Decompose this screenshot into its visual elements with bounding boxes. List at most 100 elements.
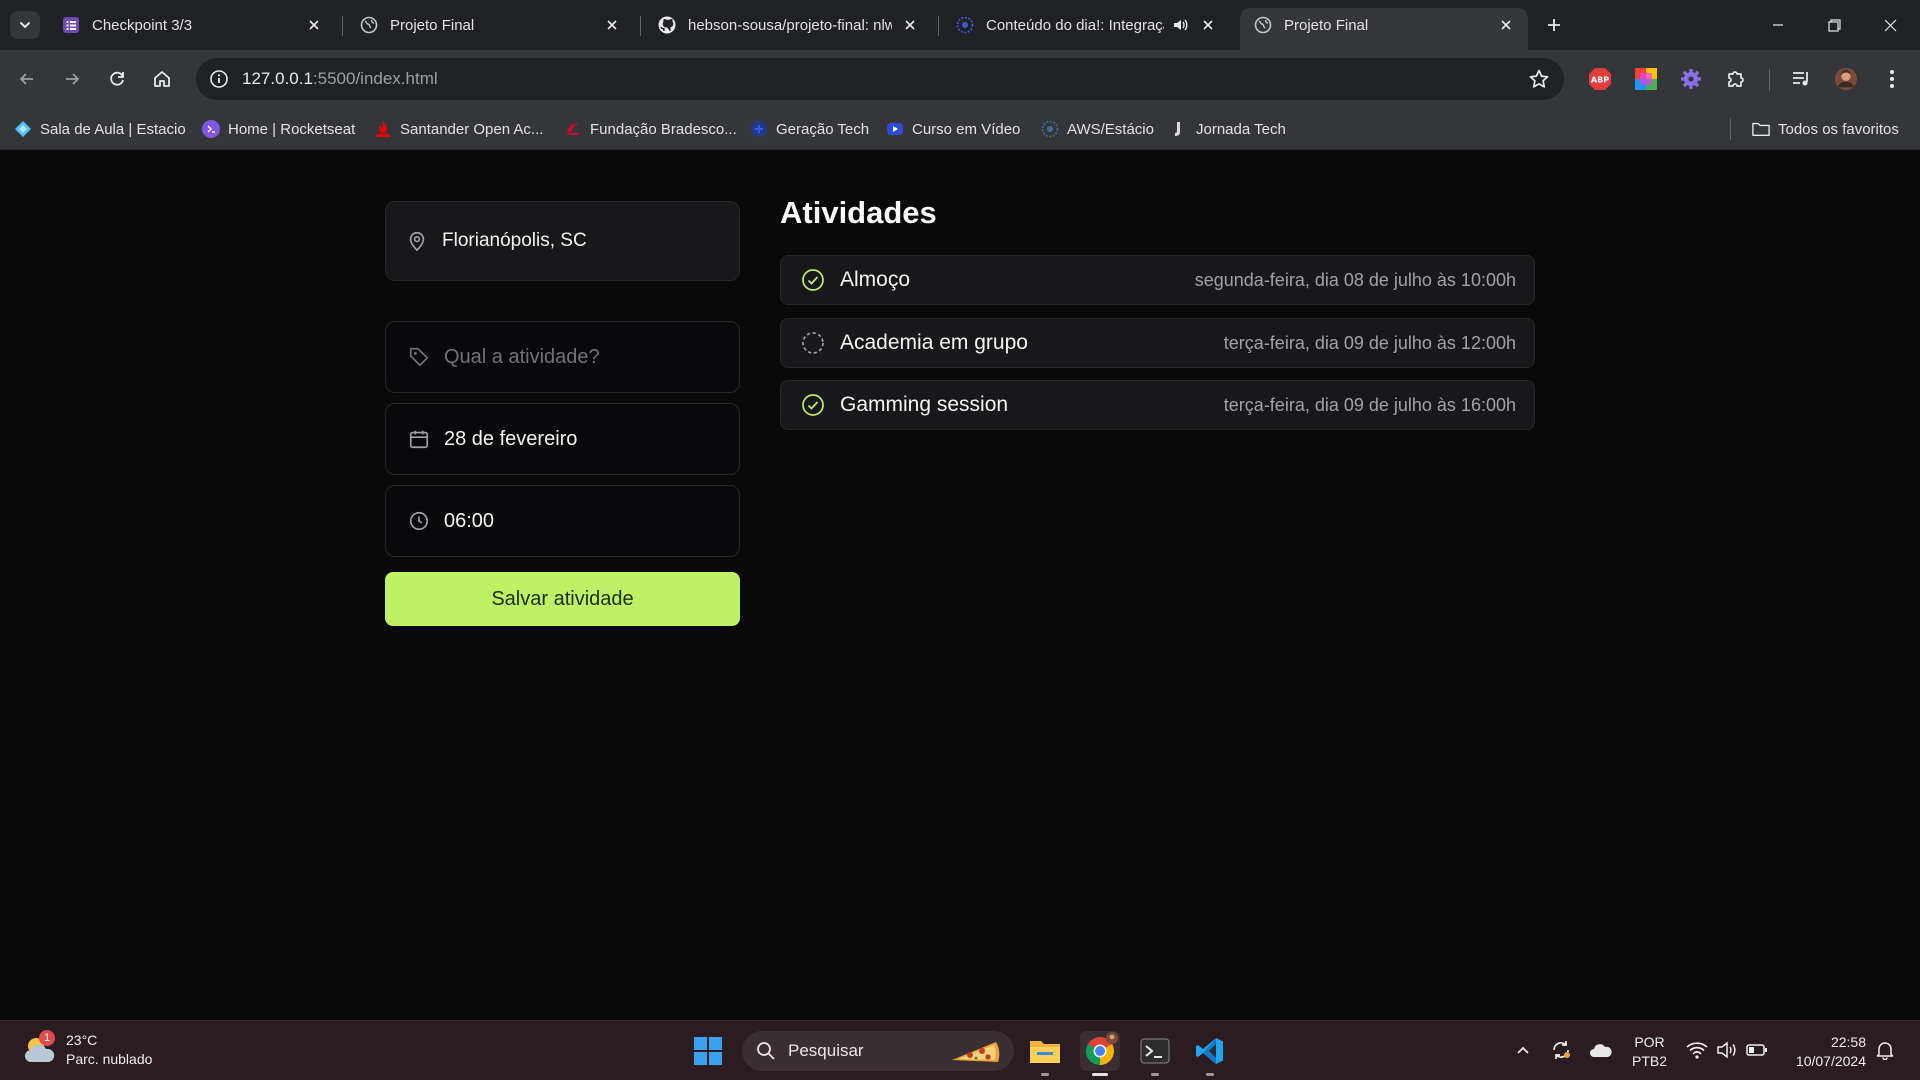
tab-search-button[interactable] bbox=[10, 11, 40, 39]
calendar-icon bbox=[409, 430, 429, 449]
close-icon[interactable] bbox=[1496, 15, 1516, 35]
bookmark-item[interactable]: Geração Tech bbox=[750, 118, 869, 140]
notifications-bell-icon[interactable] bbox=[1872, 1037, 1898, 1063]
battery-icon[interactable] bbox=[1744, 1037, 1770, 1063]
start-button[interactable] bbox=[688, 1031, 728, 1071]
time-input[interactable]: 06:00 bbox=[385, 485, 740, 557]
activity-row[interactable]: Almoço segunda-feira, dia 08 de julho às… bbox=[780, 255, 1535, 305]
forward-button[interactable] bbox=[57, 64, 87, 94]
bookmark-label: Jornada Tech bbox=[1196, 120, 1286, 138]
sync-tray-icon[interactable] bbox=[1548, 1037, 1574, 1063]
clock-date: 10/07/2024 bbox=[1795, 1053, 1866, 1069]
activity-date: segunda-feira, dia 08 de julho às 10:00h bbox=[1194, 269, 1516, 290]
menu-kebab-icon[interactable] bbox=[1880, 67, 1904, 91]
vscode-icon bbox=[1196, 1038, 1223, 1064]
windows-logo-icon bbox=[694, 1037, 722, 1065]
extensions-puzzle-icon[interactable] bbox=[1724, 67, 1748, 91]
tab-conteudo-do-dia[interactable]: Conteúdo do dia!: Integração bbox=[942, 8, 1230, 42]
weather-cloud-icon: 1 bbox=[22, 1030, 58, 1068]
activity-name: Academia em grupo bbox=[840, 331, 1028, 354]
pending-circle-icon[interactable] bbox=[801, 331, 825, 355]
system-clock[interactable]: 22:58 10/07/2024 bbox=[1786, 1033, 1866, 1071]
date-value: 28 de fevereiro bbox=[444, 427, 578, 450]
back-button[interactable] bbox=[12, 64, 42, 94]
clock-icon bbox=[409, 511, 429, 531]
browser-toolbar: 127.0.0.1:5500/index.html ABP bbox=[0, 50, 1920, 108]
date-input[interactable]: 28 de fevereiro bbox=[385, 403, 740, 475]
onedrive-cloud-icon[interactable] bbox=[1588, 1037, 1614, 1063]
bookmark-item[interactable]: Santander Open Ac... bbox=[374, 118, 543, 140]
bookmarks-bar: Sala de Aula | Estacio Home | Rocketseat… bbox=[0, 108, 1920, 150]
check-circle-icon[interactable] bbox=[801, 393, 825, 417]
gear-extension-icon[interactable] bbox=[1679, 67, 1703, 91]
chrome-button[interactable] bbox=[1080, 1031, 1120, 1076]
bookmark-item[interactable]: Fundação Bradesco... bbox=[564, 118, 737, 140]
address-bar[interactable]: 127.0.0.1:5500/index.html bbox=[196, 58, 1564, 100]
activity-placeholder: Qual a atividade? bbox=[444, 345, 600, 368]
github-icon bbox=[658, 16, 676, 34]
close-icon[interactable] bbox=[1198, 15, 1218, 35]
terminal-button[interactable] bbox=[1135, 1031, 1175, 1076]
activities-heading: Atividades bbox=[780, 195, 937, 230]
vscode-button[interactable] bbox=[1190, 1031, 1230, 1076]
svg-text:ABP: ABP bbox=[1591, 76, 1609, 85]
chevron-down-icon bbox=[20, 22, 30, 29]
bookmark-item[interactable]: Home | Rocketseat bbox=[202, 118, 355, 140]
bookmark-item[interactable]: AWS/Estácio bbox=[1041, 118, 1154, 140]
all-favorites-folder[interactable]: Todos os favoritos bbox=[1752, 118, 1899, 140]
weather-temp: 23°C bbox=[66, 1032, 98, 1048]
plus-icon bbox=[1548, 19, 1560, 31]
language-code: POR bbox=[1634, 1034, 1665, 1050]
close-window-button[interactable] bbox=[1862, 0, 1918, 50]
activity-row[interactable]: Gamming session terça-feira, dia 09 de j… bbox=[780, 380, 1535, 430]
activity-date: terça-feira, dia 09 de julho às 12:00h bbox=[1223, 332, 1516, 353]
activity-row[interactable]: Academia em grupo terça-feira, dia 09 de… bbox=[780, 318, 1535, 368]
flame-icon bbox=[374, 120, 392, 138]
activity-input[interactable]: Qual a atividade? bbox=[385, 321, 740, 393]
bookmark-item[interactable]: Sala de Aula | Estacio bbox=[14, 118, 186, 140]
running-indicator bbox=[1041, 1073, 1049, 1076]
show-hidden-icons[interactable] bbox=[1510, 1037, 1536, 1063]
site-info-icon[interactable] bbox=[206, 66, 232, 92]
volume-icon[interactable] bbox=[1714, 1037, 1740, 1063]
speaker-icon[interactable] bbox=[1170, 15, 1190, 35]
reload-button[interactable] bbox=[102, 64, 132, 94]
location-text: Florianópolis, SC bbox=[442, 230, 587, 251]
home-button[interactable] bbox=[147, 64, 177, 94]
terminal-icon bbox=[1140, 1038, 1170, 1064]
new-tab-button[interactable] bbox=[1540, 11, 1568, 39]
globe-icon bbox=[360, 16, 378, 34]
folder-icon bbox=[1030, 1041, 1060, 1063]
tab-github[interactable]: hebson-sousa/projeto-final: nlw bbox=[644, 8, 932, 42]
weather-widget[interactable]: 1 23°C Parc. nublado bbox=[22, 1030, 152, 1069]
check-circle-icon[interactable] bbox=[801, 268, 825, 292]
close-icon[interactable] bbox=[304, 15, 324, 35]
bookmark-item[interactable]: Jornada Tech bbox=[1170, 118, 1286, 140]
wifi-icon[interactable] bbox=[1684, 1037, 1710, 1063]
bookmark-label: Curso em Vídeo bbox=[912, 120, 1021, 138]
tag-icon bbox=[409, 347, 429, 367]
save-activity-button[interactable]: Salvar atividade bbox=[385, 572, 740, 626]
language-indicator[interactable]: POR PTB2 bbox=[1632, 1033, 1667, 1071]
tab-projeto-final-1[interactable]: Projeto Final bbox=[346, 8, 634, 42]
location-card: Florianópolis, SC bbox=[385, 201, 740, 281]
taskbar-search[interactable]: Pesquisar bbox=[742, 1031, 1014, 1071]
tab-projeto-final-active[interactable]: Projeto Final bbox=[1240, 8, 1528, 50]
weather-badge: 1 bbox=[39, 1030, 55, 1046]
tab-title: Conteúdo do dia!: Integração bbox=[986, 16, 1164, 34]
color-palette-extension-icon[interactable] bbox=[1634, 67, 1658, 91]
tab-checkpoint[interactable]: Checkpoint 3/3 bbox=[48, 8, 336, 42]
adblock-plus-icon[interactable]: ABP bbox=[1588, 67, 1612, 91]
url-path: :5500/index.html bbox=[312, 69, 438, 88]
profile-avatar[interactable] bbox=[1834, 67, 1858, 91]
close-icon[interactable] bbox=[602, 15, 622, 35]
tab-title: Checkpoint 3/3 bbox=[92, 16, 193, 34]
close-icon[interactable] bbox=[900, 15, 920, 35]
bradesco-icon bbox=[564, 120, 582, 138]
bookmark-item[interactable]: Curso em Vídeo bbox=[886, 118, 1020, 140]
minimize-button[interactable] bbox=[1750, 0, 1806, 50]
file-explorer-button[interactable] bbox=[1025, 1031, 1065, 1076]
restore-button[interactable] bbox=[1806, 0, 1862, 50]
media-control-icon[interactable] bbox=[1789, 67, 1813, 91]
bookmark-star-icon[interactable] bbox=[1528, 68, 1550, 90]
